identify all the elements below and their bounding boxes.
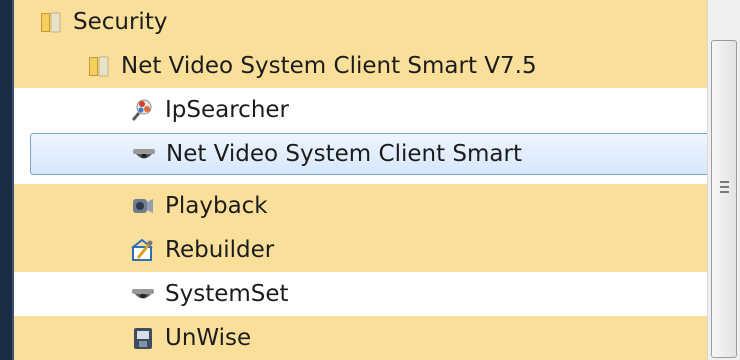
tree-item-label: Security: [73, 9, 168, 35]
tree-item-label: Rebuilder: [165, 237, 275, 263]
dome-camera-icon: [131, 141, 157, 167]
tree-item-label: IpSearcher: [165, 97, 290, 123]
uninstall-icon: [130, 325, 156, 351]
left-panel-edge: [0, 0, 14, 360]
ipsearcher-icon: [130, 97, 156, 123]
playback-camera-icon: [130, 193, 156, 219]
scrollbar-grip-line: [720, 181, 729, 183]
tree-item-nvs-client-folder[interactable]: Net Video System Client Smart V7.5: [14, 44, 707, 88]
tree-item-ipsearcher[interactable]: IpSearcher: [14, 88, 707, 132]
tree-item-label: UnWise: [165, 325, 252, 351]
dome-camera-icon: [130, 281, 156, 307]
tree-item-label: Net Video System Client Smart: [166, 141, 522, 167]
tree-item-label: Net Video System Client Smart V7.5: [121, 53, 537, 79]
tree-item-playback[interactable]: Playback: [14, 184, 707, 228]
tree-item-rebuilder[interactable]: Rebuilder: [14, 228, 707, 272]
folder-icon: [86, 53, 112, 79]
tree-item-label: SystemSet: [165, 281, 289, 307]
tree-item-label: Playback: [165, 193, 268, 219]
tree-item-nvs-client-smart[interactable]: Net Video System Client Smart: [30, 133, 707, 175]
scrollbar-grip-line: [720, 186, 729, 188]
tree-item-systemset[interactable]: SystemSet: [14, 272, 707, 316]
start-menu-programs-list: Security Net Video System Client Smart V…: [0, 0, 740, 360]
scrollbar-grip-line: [720, 191, 729, 193]
folder-icon: [38, 9, 64, 35]
rebuilder-icon: [130, 237, 156, 263]
program-tree: Security Net Video System Client Smart V…: [14, 0, 707, 360]
tree-item-security-folder[interactable]: Security: [14, 0, 707, 44]
tree-item-unwise[interactable]: UnWise: [14, 316, 707, 360]
vertical-scrollbar[interactable]: [707, 0, 740, 360]
scrollbar-thumb[interactable]: [711, 40, 737, 358]
